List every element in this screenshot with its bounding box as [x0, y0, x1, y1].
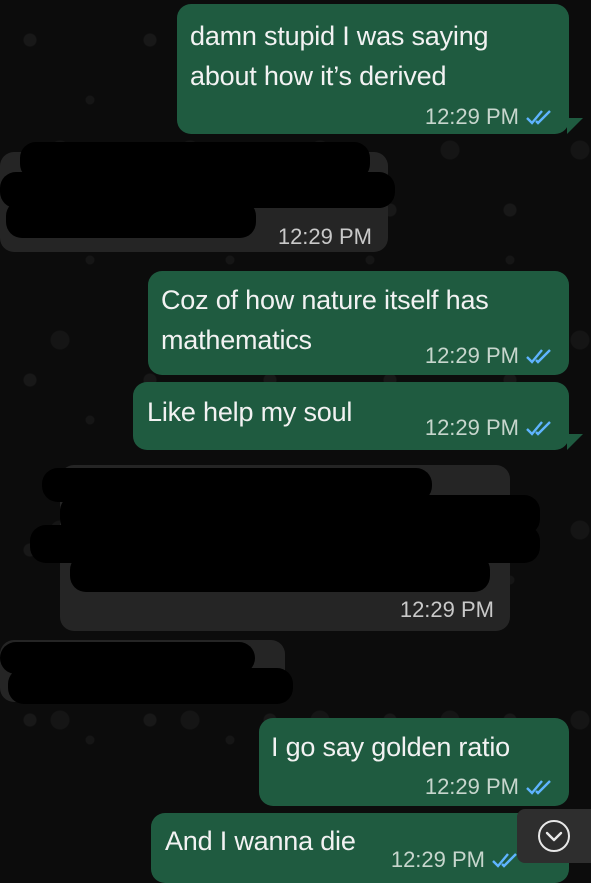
message-time: 12:29 PM: [399, 597, 494, 622]
message-outgoing[interactable]: damn stupid I was saying about how it’s …: [177, 4, 569, 134]
scroll-to-bottom-button[interactable]: [517, 809, 591, 863]
message-meta: 12:29 PM: [425, 774, 553, 800]
message-line: damn stupid I was saying: [190, 21, 489, 51]
message-meta: 12:29 PM: [391, 847, 519, 873]
message-line: Like help my soul: [147, 397, 353, 427]
message-text: damn stupid I was saying about how it’s …: [190, 16, 489, 96]
message-time: 12:29 PM: [424, 104, 519, 129]
message-outgoing[interactable]: Like help my soul 12:29 PM: [133, 382, 569, 450]
message-text: And I wanna die: [165, 821, 356, 861]
message-line: I go say golden ratio: [271, 732, 510, 762]
double-check-icon: [526, 349, 551, 364]
redaction-mark: [6, 200, 256, 238]
message-outgoing[interactable]: Coz of how nature itself has mathematics…: [148, 271, 569, 375]
message-meta: 12:29 PM: [425, 415, 553, 441]
message-outgoing[interactable]: And I wanna die 12:29 PM: [151, 813, 569, 883]
double-check-icon: [526, 421, 551, 436]
message-meta: 12:29 PM: [400, 597, 494, 623]
message-time: 12:29 PM: [390, 847, 485, 872]
message-line: about how it’s derived: [190, 61, 447, 91]
redaction-mark: [70, 554, 490, 592]
message-outgoing[interactable]: I go say golden ratio 12:29 PM: [259, 718, 569, 806]
message-meta: 12:29 PM: [278, 224, 372, 250]
message-meta: 12:29 PM: [425, 104, 553, 130]
double-check-icon: [492, 853, 517, 868]
message-meta: 12:29 PM: [425, 343, 553, 369]
message-time: 12:29 PM: [277, 224, 372, 249]
message-time: 12:29 PM: [424, 343, 519, 368]
chevron-down-circle-icon: [538, 820, 570, 852]
double-check-icon: [526, 780, 551, 795]
bubble-tail: [567, 434, 583, 450]
message-time: 12:29 PM: [424, 415, 519, 440]
message-text: I go say golden ratio: [271, 727, 510, 767]
message-time: 12:29 PM: [424, 774, 519, 799]
redaction-mark: [8, 668, 293, 704]
double-check-icon: [526, 110, 551, 125]
message-line: And I wanna die: [165, 826, 356, 856]
bubble-tail: [567, 118, 583, 134]
message-line: Coz of how nature itself has: [161, 285, 489, 315]
message-text: Like help my soul: [147, 392, 352, 432]
